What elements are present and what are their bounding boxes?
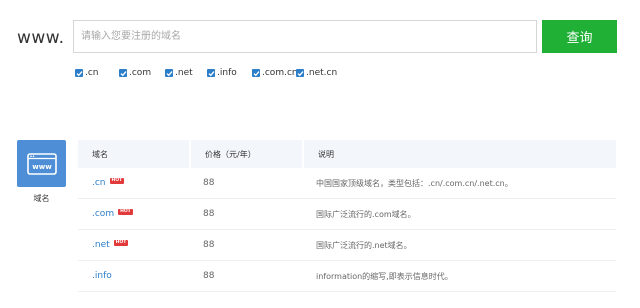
checkbox-checked-icon[interactable] (296, 69, 304, 77)
tld-option-net[interactable]: .net (165, 68, 193, 78)
table-row: .com HOT 88 国际广泛流行的.com域名。 (78, 199, 616, 230)
browser-window-icon: www (26, 152, 57, 175)
price-value: 88 (203, 209, 215, 219)
tld-option-com[interactable]: .com (119, 68, 151, 78)
header-description: 说明 (304, 140, 616, 168)
tld-link[interactable]: .cn (92, 178, 106, 188)
tld-option-label: .com.cn (262, 68, 298, 78)
checkbox-checked-icon[interactable] (75, 69, 83, 77)
header-domain: 域名 (78, 140, 189, 168)
table-row: .net HOT 88 国际广泛流行的.net域名。 (78, 230, 616, 261)
tld-link[interactable]: .info (92, 271, 112, 281)
search-button[interactable]: 查询 (542, 20, 617, 53)
hot-badge: HOT (118, 209, 133, 215)
price-value: 88 (203, 240, 215, 250)
description-text: information的缩写,即表示信息时代。 (316, 271, 453, 281)
tld-option-net-cn[interactable]: .net.cn (296, 68, 337, 78)
hot-badge: HOT (113, 240, 129, 246)
checkbox-checked-icon[interactable] (207, 69, 215, 77)
checkbox-checked-icon[interactable] (119, 69, 127, 77)
search-prefix: www. (17, 28, 65, 48)
tld-option-cn[interactable]: .cn (75, 68, 99, 78)
table-row: .info 88 information的缩写,即表示信息时代。 (78, 261, 616, 292)
tld-option-label: .cn (85, 68, 99, 78)
tld-option-label: .net.cn (306, 68, 338, 78)
tld-option-label: .com (129, 68, 152, 78)
tld-link[interactable]: .net (92, 240, 110, 250)
description-text: 国际广泛流行的.net域名。 (316, 240, 412, 250)
price-value: 88 (203, 178, 215, 188)
description-text: 中国国家顶级域名，类型包括：.cn/.com.cn/.net.cn。 (316, 178, 513, 188)
table-row: .cn HOT 88 中国国家顶级域名，类型包括：.cn/.com.cn/.ne… (78, 168, 616, 199)
checkbox-checked-icon[interactable] (165, 69, 173, 77)
tld-option-label: .info (217, 68, 237, 78)
tld-option-label: .net (175, 68, 193, 78)
checkbox-checked-icon[interactable] (252, 69, 260, 77)
tld-option-com-cn[interactable]: .com.cn (252, 68, 298, 78)
category-domain: www 域名 (17, 140, 66, 204)
category-label: 域名 (33, 194, 50, 203)
browser-window-icon-text: www (32, 163, 52, 171)
domain-price-table: 域名 价格（元/年） 说明 .cn HOT 88 中国国家顶级域名，类型包括：.… (78, 140, 616, 292)
table-header: 域名 价格（元/年） 说明 (78, 140, 616, 168)
description-text: 国际广泛流行的.com域名。 (316, 209, 416, 219)
hot-badge: HOT (109, 178, 125, 184)
domain-search-input[interactable] (73, 20, 537, 53)
price-value: 88 (203, 271, 215, 281)
header-price: 价格（元/年） (191, 140, 302, 168)
tld-option-info[interactable]: .info (207, 68, 237, 78)
category-icon-box: www (17, 140, 66, 187)
tld-link[interactable]: .com (92, 209, 114, 219)
